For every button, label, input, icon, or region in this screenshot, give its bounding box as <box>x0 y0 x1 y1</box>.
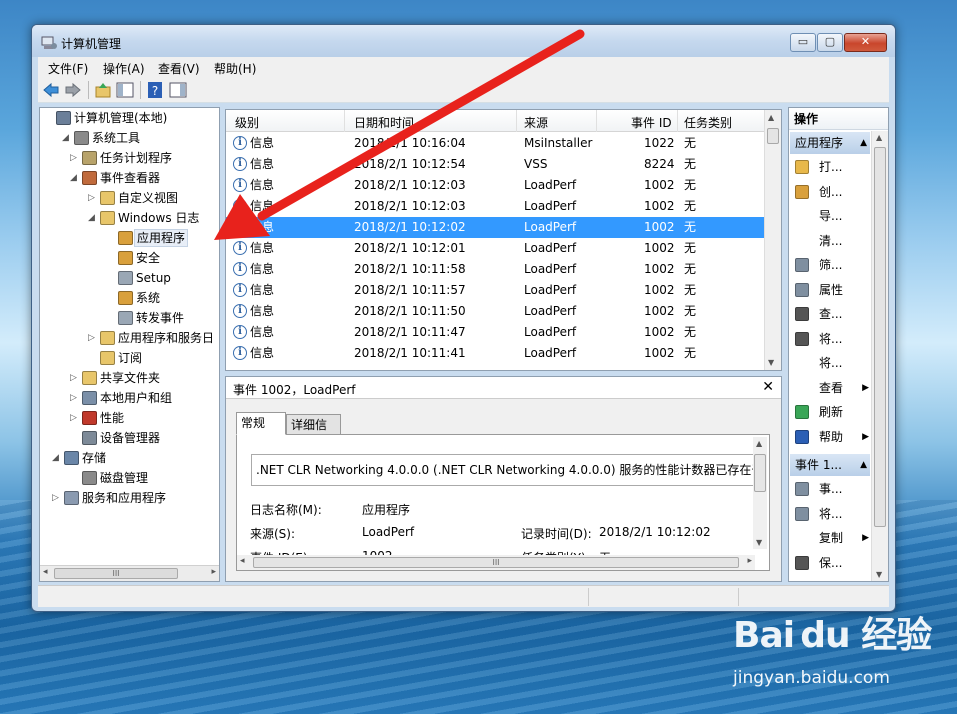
baidu-jingyan-watermark: Bai du 经验 jingyan.baidu.com <box>733 606 957 714</box>
watermark-url: jingyan.baidu.com <box>733 668 890 688</box>
watermark-logo: Bai du 经验 <box>733 615 932 656</box>
tab-general[interactable]: 常规 <box>236 412 286 435</box>
